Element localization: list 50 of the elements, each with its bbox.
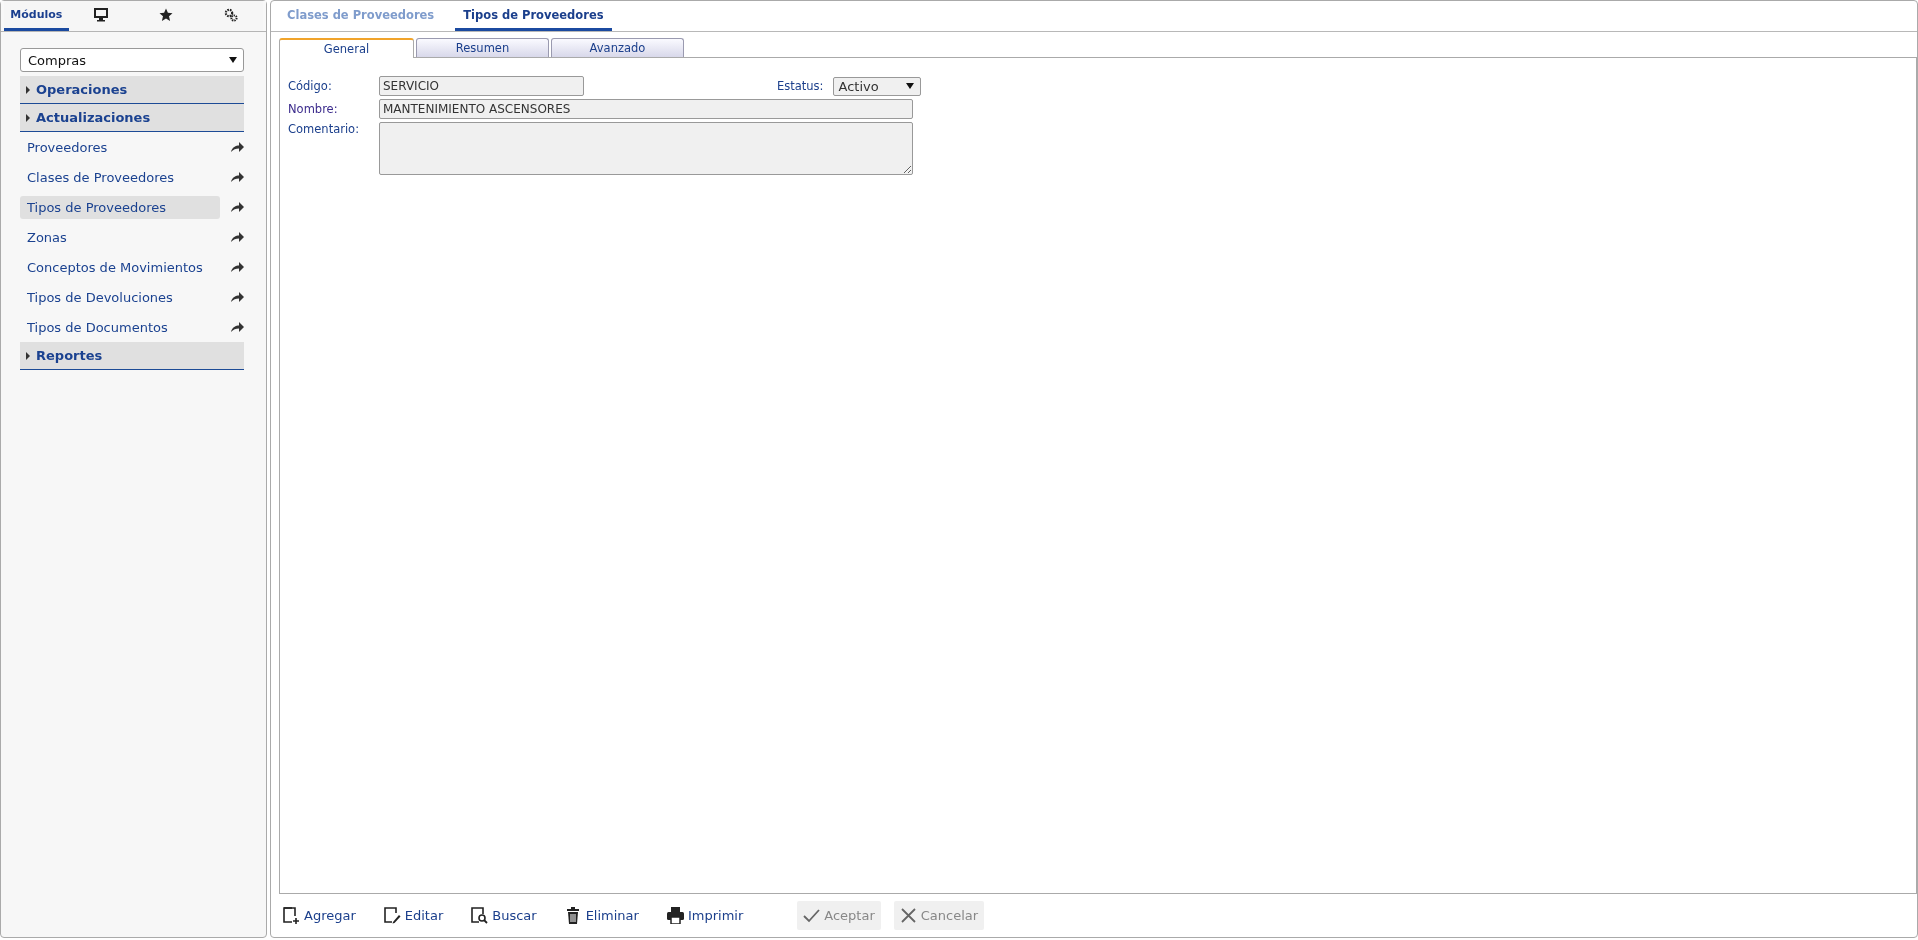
caret-right-icon [26, 351, 30, 360]
print-button[interactable]: Imprimir [662, 903, 748, 928]
share-arrow-icon [231, 322, 244, 332]
share-arrow-icon [231, 202, 244, 212]
menu-item[interactable]: Zonas [20, 225, 220, 249]
search-button[interactable]: Buscar [467, 903, 541, 928]
caret-right-icon [26, 85, 30, 94]
share-arrow-icon [231, 142, 244, 152]
share-arrow-icon [231, 232, 244, 242]
field-label: Comentario: [288, 122, 361, 136]
checkmark-icon [803, 907, 821, 924]
menu-section-header[interactable]: Actualizaciones [20, 104, 244, 132]
dropdown-caret-icon [229, 57, 237, 63]
menu-section-header[interactable]: Reportes [20, 342, 244, 370]
field-label: Código: [288, 79, 333, 93]
monitor-icon [94, 7, 109, 22]
printer-icon [666, 907, 684, 924]
field-label: Nombre: [288, 102, 339, 116]
form-tab[interactable]: Resumen [416, 38, 549, 57]
dropdown-caret-icon [906, 83, 915, 89]
menu-item[interactable]: Proveedores [20, 135, 220, 159]
share-arrow-icon [231, 172, 244, 182]
document-search-icon [471, 907, 489, 924]
form-tab[interactable]: Avanzado [551, 38, 684, 57]
module-select[interactable]: Compras [20, 48, 244, 72]
menu-item[interactable]: Tipos de Proveedores [20, 195, 220, 219]
add-document-icon [283, 907, 300, 924]
code-field[interactable]: SERVICIO [379, 76, 584, 96]
menu-item[interactable]: Tipos de Devoluciones [20, 285, 220, 309]
name-field[interactable]: MANTENIMIENTO ASCENSORES [379, 99, 913, 119]
delete-button[interactable]: Eliminar [560, 903, 643, 928]
document-tab[interactable]: Tipos de Proveedores [455, 1, 612, 31]
menu-item[interactable]: Tipos de Documentos [20, 315, 220, 339]
star-icon [158, 7, 173, 22]
status-select[interactable]: Activo [833, 76, 922, 96]
close-icon [899, 907, 917, 924]
share-arrow-icon [231, 292, 244, 302]
menu-section-header[interactable]: Operaciones [20, 76, 244, 104]
comment-field[interactable] [379, 122, 913, 175]
field-label: Estatus: [777, 79, 824, 93]
caret-right-icon [26, 113, 30, 122]
share-arrow-icon [231, 262, 244, 272]
trash-icon [564, 907, 582, 924]
add-button[interactable]: Agregar [279, 903, 360, 928]
menu-item[interactable]: Clases de Proveedores [20, 165, 220, 189]
gears-icon [223, 7, 238, 22]
menu-item[interactable]: Conceptos de Movimientos [20, 255, 220, 279]
form-tab[interactable]: General [279, 38, 414, 58]
edit-document-icon [383, 907, 401, 924]
edit-button[interactable]: Editar [379, 903, 448, 928]
